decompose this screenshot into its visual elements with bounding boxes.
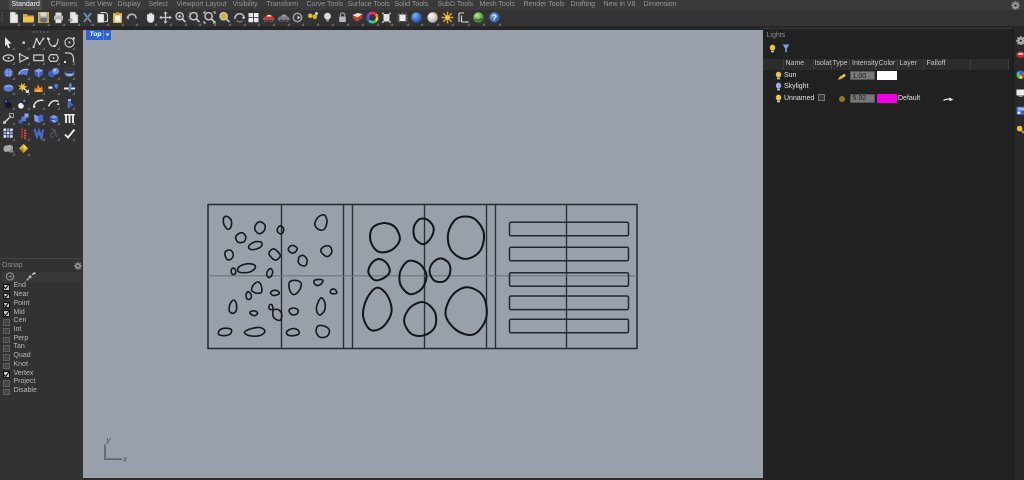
svg-text:?: ?: [491, 13, 496, 23]
svg-text:x: x: [122, 454, 128, 463]
svg-text:y: y: [106, 435, 112, 444]
